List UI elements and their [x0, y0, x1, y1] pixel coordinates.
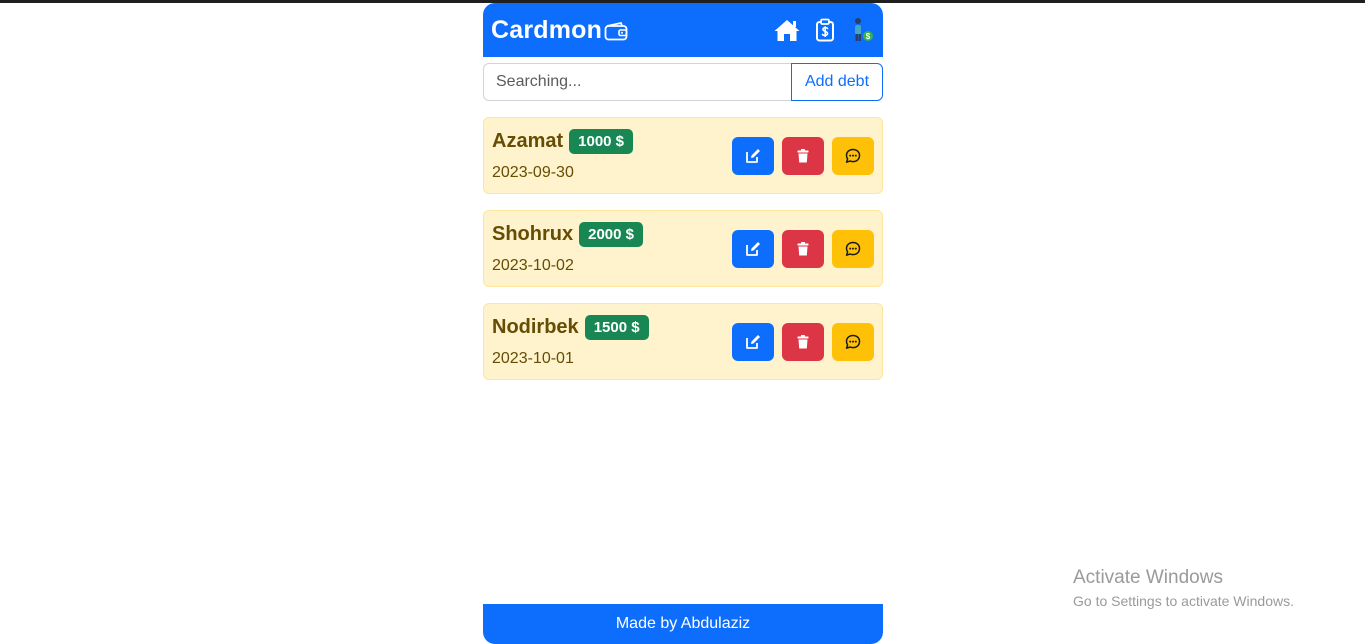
search-row: Add debt	[483, 63, 883, 101]
chat-button[interactable]	[832, 229, 874, 268]
edit-icon	[746, 334, 760, 349]
trash-icon	[797, 148, 809, 162]
debt-list: Azamat 1000 $ 2023-09-30 Shohrux 2000 $ …	[483, 117, 883, 380]
delete-button[interactable]	[782, 229, 824, 268]
delete-button[interactable]	[782, 136, 824, 175]
edit-icon	[746, 241, 760, 256]
edit-icon	[746, 148, 760, 163]
debt-name: Nodirbek	[492, 316, 579, 338]
debt-name-row: Nodirbek 1500 $	[492, 315, 649, 340]
card-actions	[732, 229, 874, 268]
edit-button[interactable]	[732, 322, 774, 361]
debt-info: Nodirbek 1500 $ 2023-10-01	[492, 315, 649, 368]
debt-date: 2023-09-30	[492, 164, 574, 181]
home-icon[interactable]	[773, 18, 801, 42]
debt-info: Shohrux 2000 $ 2023-10-02	[492, 222, 644, 275]
brand-title: Cardmon	[491, 15, 603, 44]
debt-card: Nodirbek 1500 $ 2023-10-01	[483, 303, 883, 380]
chat-icon	[845, 334, 861, 349]
amount-badge: 1000 $	[569, 129, 634, 154]
chat-icon	[845, 241, 861, 256]
card-actions	[732, 322, 874, 361]
watermark-title: Activate Windows	[1073, 567, 1223, 588]
person-money-icon[interactable]: $	[849, 17, 875, 43]
search-input[interactable]	[483, 63, 791, 101]
debt-name-row: Shohrux 2000 $	[492, 222, 644, 247]
watermark-subtitle: Go to Settings to activate Windows.	[1073, 593, 1294, 609]
footer: Made by Abdulaziz	[483, 604, 883, 644]
add-debt-button[interactable]: Add debt	[791, 63, 883, 101]
app-container: Cardmon $ Searching... Add debt Azamat 1…	[483, 3, 883, 396]
trash-icon	[797, 334, 809, 348]
card-actions	[732, 136, 874, 175]
chat-icon	[845, 148, 861, 163]
debt-name: Azamat	[492, 130, 564, 152]
clipboard-dollar-icon[interactable]	[815, 18, 835, 42]
debt-name: Shohrux	[492, 223, 574, 245]
debt-name-row: Azamat 1000 $	[492, 129, 634, 154]
windows-activation-watermark: Activate Windows Go to Settings to activ…	[1073, 567, 1294, 609]
navbar: Cardmon $	[483, 3, 883, 57]
nav-icons: $	[773, 17, 875, 43]
amount-badge: 1500 $	[584, 315, 649, 340]
debt-card: Azamat 1000 $ 2023-09-30	[483, 117, 883, 194]
brand-link[interactable]: Cardmon	[491, 16, 628, 45]
debt-date: 2023-10-01	[492, 350, 574, 367]
edit-button[interactable]	[732, 136, 774, 175]
svg-text:$: $	[866, 32, 871, 41]
edit-button[interactable]	[732, 229, 774, 268]
chat-button[interactable]	[832, 322, 874, 361]
debt-card: Shohrux 2000 $ 2023-10-02	[483, 210, 883, 287]
debt-info: Azamat 1000 $ 2023-09-30	[492, 129, 634, 182]
trash-icon	[797, 241, 809, 255]
chat-button[interactable]	[832, 136, 874, 175]
footer-text: Made by Abdulaziz	[615, 615, 751, 632]
wallet-icon	[604, 22, 628, 41]
delete-button[interactable]	[782, 322, 824, 361]
debt-date: 2023-10-02	[492, 257, 574, 274]
amount-badge: 2000 $	[579, 222, 644, 247]
